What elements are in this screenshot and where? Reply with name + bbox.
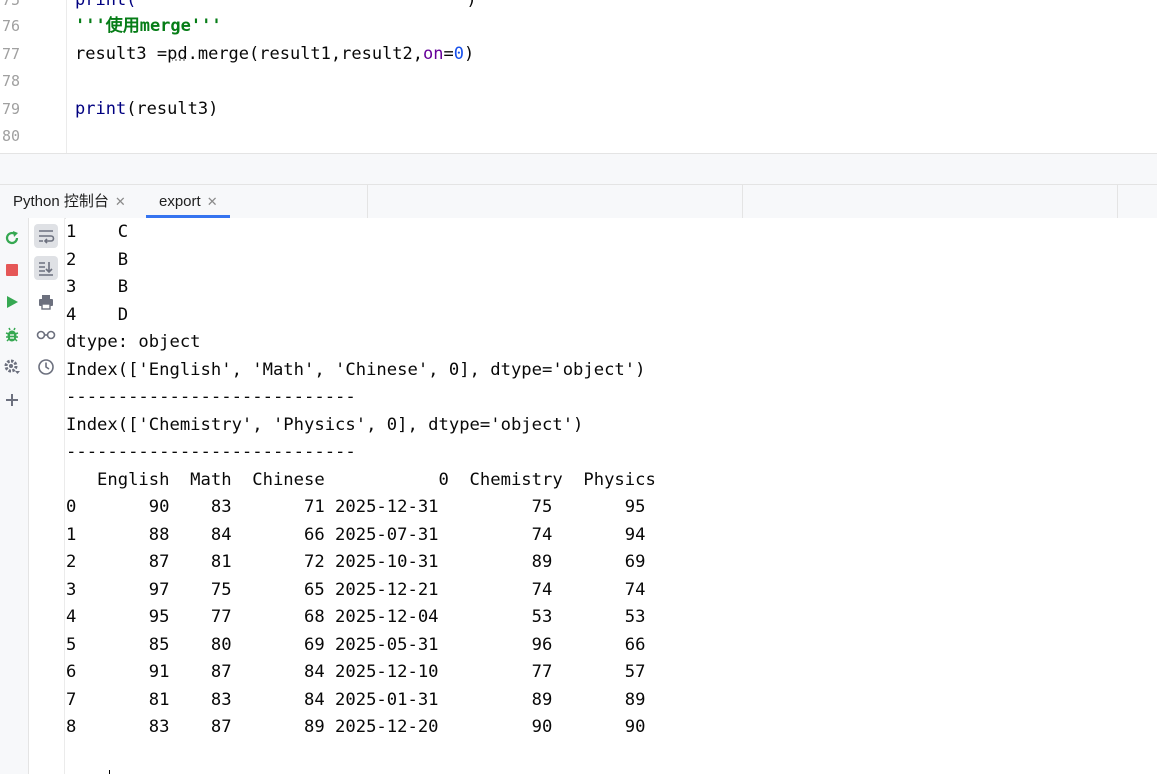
history-icon[interactable] (34, 355, 58, 379)
tab-python-console[interactable]: Python 控制台 ✕ (13, 185, 126, 218)
code-line-75[interactable]: print() (75, 0, 477, 10)
number-literal: 0 (453, 44, 464, 64)
console-toolbar (29, 218, 65, 774)
merge-call: .merge(result1,result2, (187, 44, 424, 64)
console-line: 4 D (66, 305, 129, 325)
print-args: (result3) (126, 99, 219, 119)
tab-label: Python 控制台 (13, 193, 109, 210)
run-toolbar (0, 218, 29, 774)
console-line: ---------------------------- (66, 442, 356, 462)
run-icon[interactable] (0, 290, 24, 314)
code-line-77[interactable]: result3 =pd.merge(result1,result2,on=0) (75, 44, 474, 64)
close-icon[interactable]: ✕ (115, 194, 126, 209)
editor-bottom-strip (0, 153, 1157, 185)
table-row: 6 91 87 84 2025-12-10 77 57 (66, 662, 646, 682)
tool-window-tabbar: Python 控制台 ✕ export ✕ (0, 184, 1157, 219)
close-paren: ) (466, 0, 477, 10)
table-row: 2 87 81 72 2025-10-31 89 69 (66, 552, 646, 572)
line-number: 78 (1, 72, 20, 90)
table-header: English Math Chinese 0 Chemistry Physics (66, 470, 656, 490)
table-row: 3 97 75 65 2025-12-21 74 74 (66, 580, 646, 600)
close-icon[interactable]: ✕ (207, 194, 218, 209)
debug-icon[interactable] (0, 323, 24, 347)
keyword-arg: on (423, 44, 444, 64)
divider (1117, 185, 1118, 218)
console-line: 3 B (66, 277, 129, 297)
code-line-79[interactable]: print(result3) (75, 99, 218, 119)
code-editor[interactable]: 75 76 77 78 79 80 print() '''使用merge''' … (0, 0, 1157, 153)
stop-icon[interactable] (0, 258, 24, 282)
settings-icon[interactable] (0, 355, 24, 379)
divider (742, 185, 743, 218)
line-number: 80 (1, 127, 20, 145)
scroll-to-end-icon[interactable] (34, 256, 58, 280)
line-number: 76 (1, 17, 20, 35)
line-number-gutter: 75 76 77 78 79 80 (0, 0, 67, 153)
rerun-icon[interactable] (0, 226, 24, 250)
tab-label: export (159, 193, 201, 210)
print-call: print( (75, 0, 137, 10)
line-number: 77 (1, 45, 20, 63)
tab-export[interactable]: export ✕ (146, 185, 230, 218)
console-output[interactable]: 1 C 2 B 3 B 4 D dtype: object Index(['En… (66, 218, 1157, 774)
console-line: Index(['English', 'Math', 'Chinese', 0],… (66, 360, 646, 380)
equals-sign: = (443, 44, 454, 64)
print-icon[interactable] (34, 290, 58, 314)
print-function: print (75, 99, 127, 119)
console-line: 1 C (66, 222, 129, 242)
console-line: 2 B (66, 250, 129, 270)
table-row: 8 83 87 89 2025-12-20 90 90 (66, 717, 646, 737)
docstring: '''使用merge''' (75, 16, 222, 36)
code-line-76[interactable]: '''使用merge''' (75, 16, 222, 36)
close-paren: ) (464, 44, 475, 64)
soft-wrap-icon[interactable] (34, 224, 58, 248)
console-line: Index(['Chemistry', 'Physics', 0], dtype… (66, 415, 584, 435)
table-row: 0 90 83 71 2025-12-31 75 95 (66, 497, 646, 517)
table-row: 1 88 84 66 2025-07-31 74 94 (66, 525, 646, 545)
view-variables-icon[interactable] (34, 323, 58, 347)
divider (367, 185, 368, 218)
assignment-lhs: result3 = (75, 44, 168, 64)
line-number: 75 (1, 0, 20, 9)
cursor (109, 770, 110, 774)
console-line: dtype: object (66, 332, 201, 352)
table-row: 5 85 80 69 2025-05-31 96 66 (66, 635, 646, 655)
console-line: ---------------------------- (66, 387, 356, 407)
table-row: 4 95 77 68 2025-12-04 53 53 (66, 607, 646, 627)
line-number: 79 (1, 100, 20, 118)
add-icon[interactable] (0, 388, 24, 412)
pd-module: pd (167, 44, 188, 64)
table-row: 7 81 83 84 2025-01-31 89 89 (66, 690, 646, 710)
